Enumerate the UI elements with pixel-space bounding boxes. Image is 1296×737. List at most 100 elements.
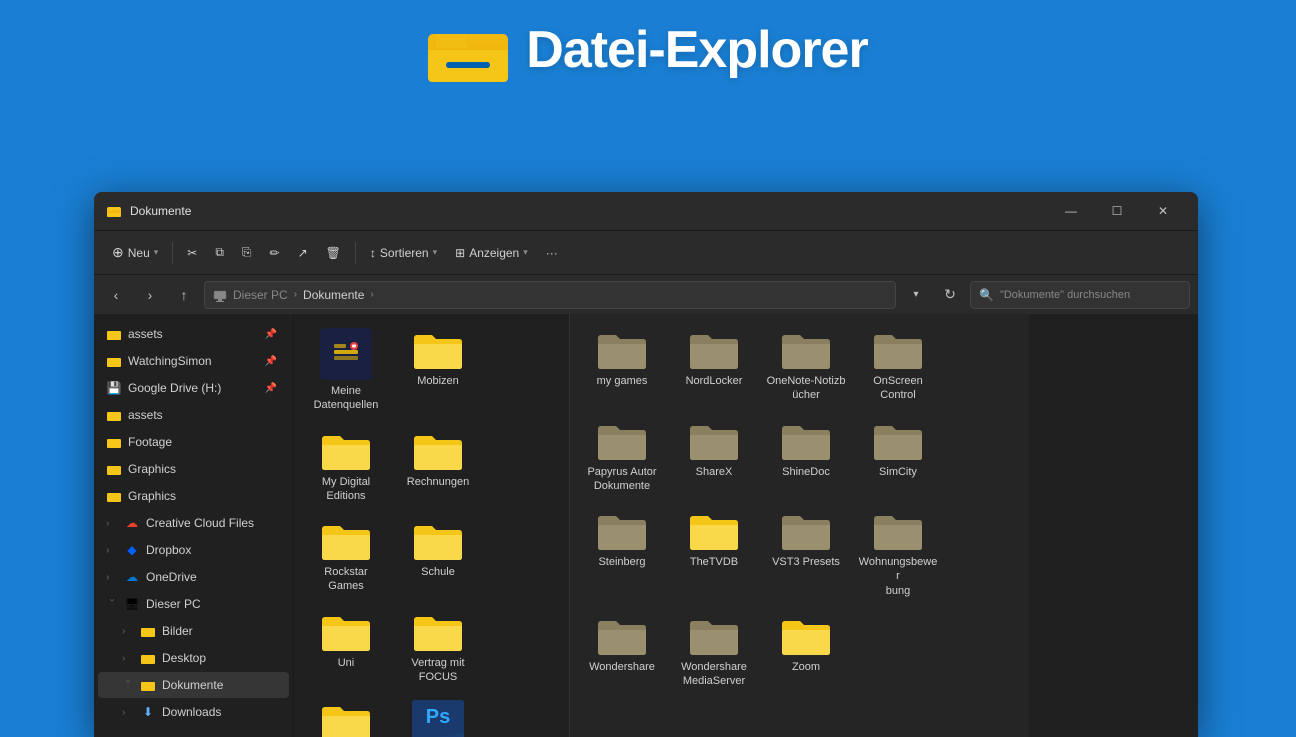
banner-folder-icon	[428, 18, 508, 82]
folder-rockstar-games[interactable]: Rockstar Games	[302, 513, 390, 600]
folder-icon	[688, 328, 740, 370]
sidebar-item-footage[interactable]: Footage	[98, 429, 289, 455]
sidebar-item-creative-cloud[interactable]: › ☁ Creative Cloud Files	[98, 510, 289, 536]
folder-meine-datenquellen[interactable]: MeineDatenquellen	[302, 322, 390, 419]
sidebar-item-onedrive[interactable]: › ☁ OneDrive	[98, 564, 289, 590]
dropbox-icon: ◆	[124, 542, 140, 558]
folder-zoom[interactable]: Zoom	[762, 608, 850, 695]
cut-icon: ✂	[187, 246, 197, 260]
folder-mobizen[interactable]: Mobizen	[394, 322, 482, 419]
folder-label: VST3 Presets	[772, 555, 840, 569]
folder-rechnungen[interactable]: Rechnungen	[394, 423, 482, 510]
sidebar-item-googledrive[interactable]: 💾 Google Drive (H:) 📌	[98, 375, 289, 401]
window-controls: — ☐ ✕	[1048, 195, 1186, 227]
folder-label: Vertrag mitFOCUS	[411, 656, 464, 685]
rename-icon: ✏	[270, 246, 280, 260]
maximize-button[interactable]: ☐	[1094, 195, 1140, 227]
share-button[interactable]: ↗	[290, 237, 316, 269]
more-button[interactable]: ···	[538, 237, 566, 269]
drive-icon: 💾	[106, 380, 122, 396]
copy-button[interactable]: ⧉	[207, 237, 232, 269]
up-button[interactable]: ↑	[170, 281, 198, 309]
folder-sharex[interactable]: ShareX	[670, 413, 758, 500]
folder-onscreen[interactable]: OnScreenControl	[854, 322, 942, 409]
expand-icon: ›	[106, 518, 118, 529]
paste-button[interactable]: ⎘	[234, 237, 260, 269]
search-box[interactable]: 🔍 "Dokumente" durchsuchen	[970, 281, 1190, 309]
folder-label: ShareX	[696, 465, 733, 479]
datenquellen-icon	[320, 328, 372, 380]
sidebar-item-desktop[interactable]: › Desktop	[98, 645, 289, 671]
expand-icon: ›	[106, 545, 118, 556]
folder-wondershare[interactable]: Wondershare	[578, 608, 666, 695]
view-button[interactable]: ⊞ Anzeigen ▾	[447, 237, 536, 269]
path-bar[interactable]: Dieser PC › Dokumente ›	[204, 281, 896, 309]
folder-vertrag-focus[interactable]: Vertrag mitFOCUS	[394, 604, 482, 691]
folder-icon	[780, 614, 832, 656]
folder-label: Papyrus AutorDokumente	[587, 465, 656, 494]
folder-icon	[140, 650, 156, 666]
refresh-button[interactable]: ↻	[936, 281, 964, 309]
minimize-button[interactable]: —	[1048, 195, 1094, 227]
rename-button[interactable]: ✏	[262, 237, 288, 269]
sidebar: assets 📌 WatchingSimon 📌 💾 Google Drive …	[94, 314, 294, 737]
folder-nordlocker[interactable]: NordLocker	[670, 322, 758, 409]
cut-button[interactable]: ✂	[179, 237, 205, 269]
path-pc-icon	[213, 288, 227, 302]
close-button[interactable]: ✕	[1140, 195, 1186, 227]
sidebar-item-assets-1[interactable]: assets 📌	[98, 321, 289, 347]
sidebar-item-label: Graphics	[128, 489, 277, 503]
folder-schule[interactable]: Schule	[394, 513, 482, 600]
folder-wondershare-media[interactable]: WondershareMediaServer	[670, 608, 758, 695]
folder-icon	[780, 509, 832, 551]
folder-videocopilot[interactable]: VideoCopilot	[302, 694, 390, 737]
sort-button[interactable]: ↕ Sortieren ▾	[362, 237, 445, 269]
sidebar-item-watchingsimon[interactable]: WatchingSimon 📌	[98, 348, 289, 374]
folder-my-games[interactable]: my games	[578, 322, 666, 409]
new-button[interactable]: ⊕ Neu ▾	[104, 237, 166, 269]
sidebar-item-dropbox[interactable]: › ◆ Dropbox	[98, 537, 289, 563]
sidebar-item-label: Desktop	[162, 651, 277, 665]
folder-icon	[106, 488, 122, 504]
folder-uni[interactable]: Uni	[302, 604, 390, 691]
sidebar-item-assets-2[interactable]: assets	[98, 402, 289, 428]
folder-my-digital-editions[interactable]: My DigitalEditions	[302, 423, 390, 510]
back-button[interactable]: ‹	[102, 281, 130, 309]
sidebar-item-dokumente[interactable]: › Dokumente	[98, 672, 289, 698]
folder-label: NordLocker	[686, 374, 743, 388]
folder-icon	[872, 328, 924, 370]
expand-icon: ›	[122, 707, 134, 718]
folder-icon	[688, 419, 740, 461]
delete-button[interactable]: 🗑	[318, 237, 349, 269]
folder-wohnungsbewerbung[interactable]: Wohnungsbewerbung	[854, 503, 942, 604]
folder-label: TheTVDB	[690, 555, 738, 569]
folder-steinberg[interactable]: Steinberg	[578, 503, 666, 604]
sidebar-item-label: Footage	[128, 435, 277, 449]
folder-label: my games	[597, 374, 648, 388]
folder-onenote[interactable]: OneNote-Notizbücher	[762, 322, 850, 409]
sidebar-item-dieser-pc[interactable]: › 🖥 Dieser PC	[98, 591, 289, 617]
folder-icon	[140, 677, 156, 693]
folder-label: My DigitalEditions	[322, 475, 370, 504]
sidebar-item-label: Downloads	[162, 705, 277, 719]
forward-button[interactable]: ›	[136, 281, 164, 309]
path-chevron-2: ›	[370, 289, 373, 300]
folder-papyrus[interactable]: Papyrus AutorDokumente	[578, 413, 666, 500]
more-icon: ···	[546, 246, 558, 260]
sidebar-item-label: assets	[128, 408, 277, 422]
sidebar-item-bilder[interactable]: › Bilder	[98, 618, 289, 644]
folder-vst3-presets[interactable]: VST3 Presets	[762, 503, 850, 604]
share-icon: ↗	[298, 246, 308, 260]
file-adobemax[interactable]: Ps PSD AdobeMAX	[394, 694, 482, 737]
folder-simcity[interactable]: SimCity	[854, 413, 942, 500]
sidebar-item-graphics-1[interactable]: Graphics	[98, 456, 289, 482]
folder-thetvdb[interactable]: TheTVDB	[670, 503, 758, 604]
folder-label: SimCity	[879, 465, 917, 479]
folder-shinedoc[interactable]: ShineDoc	[762, 413, 850, 500]
expand-icon: ›	[122, 626, 134, 637]
dropdown-button[interactable]: ▾	[902, 281, 930, 309]
sidebar-item-graphics-2[interactable]: Graphics	[98, 483, 289, 509]
folder-label: OnScreenControl	[873, 374, 923, 403]
expand-icon: ›	[106, 572, 118, 583]
sidebar-item-downloads[interactable]: › ⬇ Downloads	[98, 699, 289, 725]
